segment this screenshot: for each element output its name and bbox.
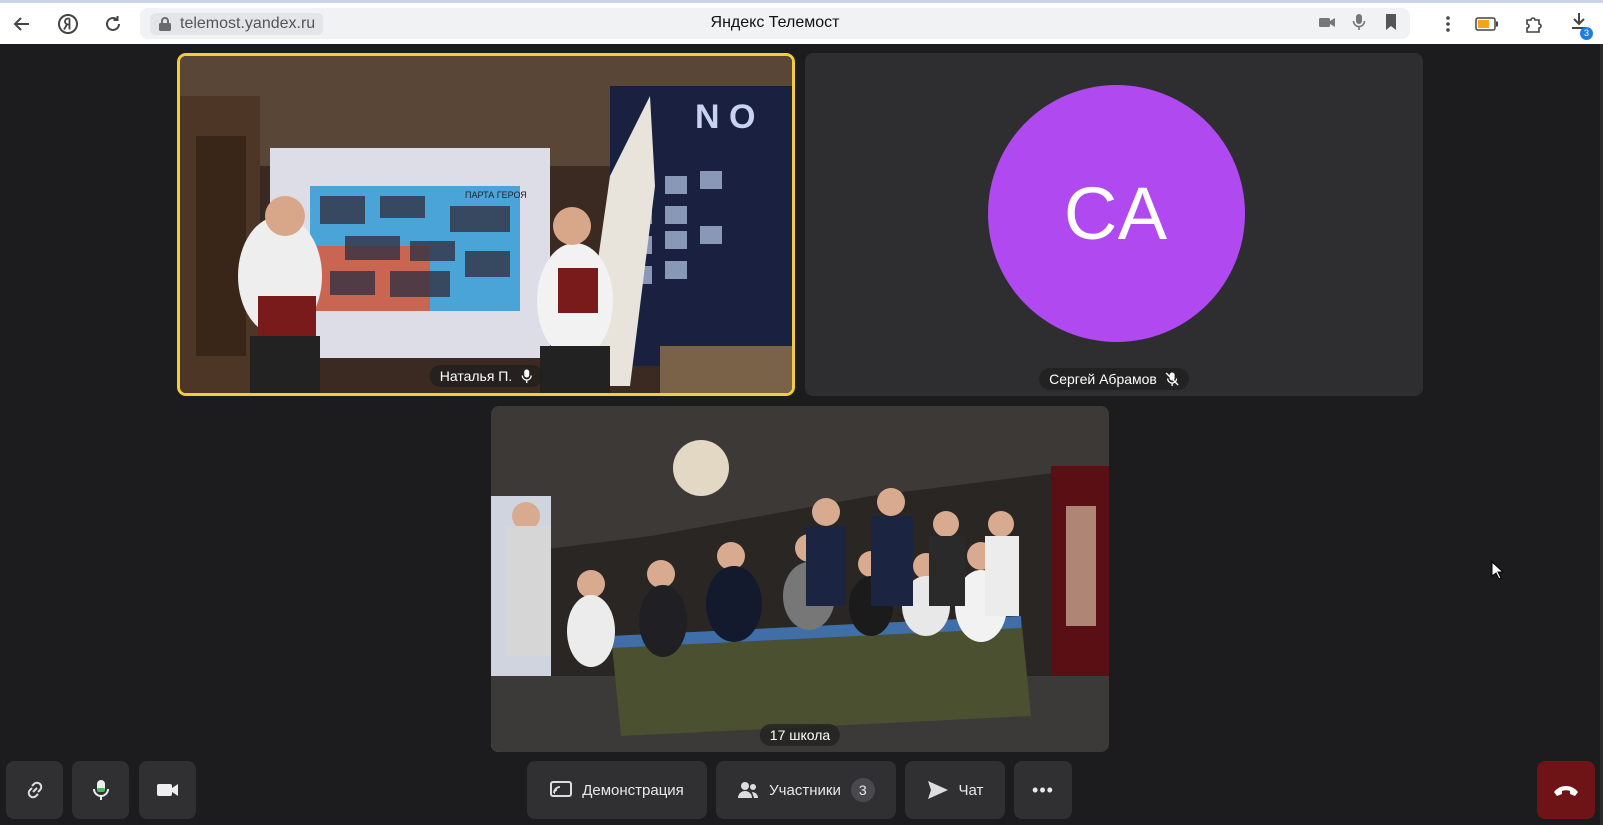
- participants-count-badge: 3: [850, 778, 875, 802]
- menu-dots-icon[interactable]: [1445, 15, 1451, 33]
- camera-permission-icon[interactable]: [1318, 13, 1336, 31]
- send-icon: [927, 781, 948, 799]
- mic-permission-icon[interactable]: [1350, 13, 1368, 31]
- more-options-button[interactable]: •••: [1014, 761, 1072, 819]
- participant-tile-school[interactable]: 17 школа: [491, 406, 1109, 752]
- video-stream-classroom: N O ПАРТА ГЕРОЯ: [180, 56, 792, 393]
- svg-text:N O: N O: [695, 98, 755, 136]
- screen-share-icon: [550, 781, 573, 797]
- more-dots-icon: •••: [1032, 779, 1054, 800]
- hang-up-phone-icon: [1554, 786, 1578, 796]
- browser-toolbar: telemost.yandex.ru Яндекс Телемост 3: [0, 0, 1603, 44]
- reload-icon[interactable]: [99, 10, 127, 38]
- avatar: СА: [988, 85, 1245, 342]
- chat-label: Чат: [958, 781, 984, 799]
- extension-puzzle-icon[interactable]: [1523, 14, 1545, 34]
- address-bar[interactable]: telemost.yandex.ru Яндекс Телемост: [140, 8, 1410, 39]
- participant-name-chip: Сергей Абрамов: [1039, 368, 1189, 390]
- mic-on-icon: [521, 369, 532, 383]
- back-arrow-icon[interactable]: [8, 10, 36, 38]
- copy-link-button[interactable]: [6, 761, 63, 819]
- page-title: Яндекс Телемост: [710, 14, 840, 31]
- screen-share-label: Демонстрация: [582, 781, 684, 799]
- participant-tile-natalya[interactable]: N O ПАРТА ГЕРОЯ Наталья П.: [177, 53, 795, 396]
- battery-icon[interactable]: [1475, 16, 1499, 31]
- microphone-button[interactable]: [72, 761, 129, 819]
- link-icon: [27, 781, 42, 799]
- mic-off-icon: [1165, 372, 1179, 386]
- camera-icon: [156, 784, 178, 796]
- mouse-cursor-icon: [1491, 561, 1503, 579]
- participant-name-chip: 17 школа: [759, 724, 841, 746]
- downloads-button[interactable]: 3: [1569, 11, 1593, 40]
- hang-up-button[interactable]: [1537, 761, 1595, 819]
- screen-share-button[interactable]: Демонстрация: [527, 761, 707, 819]
- participant-name: 17 школа: [769, 727, 831, 743]
- downloads-badge: 3: [1580, 27, 1593, 40]
- camera-button[interactable]: [139, 761, 196, 819]
- participants-button[interactable]: Участники 3: [716, 761, 896, 819]
- svg-text:ПАРТА ГЕРОЯ: ПАРТА ГЕРОЯ: [465, 190, 527, 200]
- participants-label: Участники: [769, 781, 841, 799]
- video-stream-museum-hall: [491, 406, 1109, 752]
- participant-name-chip: Наталья П.: [429, 365, 543, 387]
- participant-tile-sergey[interactable]: СА Сергей Абрамов: [805, 53, 1423, 396]
- chat-button[interactable]: Чат: [905, 761, 1005, 819]
- participant-name: Сергей Абрамов: [1049, 371, 1157, 387]
- microphone-icon: [92, 780, 109, 800]
- participants-icon: [738, 782, 759, 798]
- participant-name: Наталья П.: [439, 368, 513, 384]
- bookmark-icon[interactable]: [1382, 13, 1400, 31]
- yandex-logo-icon[interactable]: [54, 10, 82, 38]
